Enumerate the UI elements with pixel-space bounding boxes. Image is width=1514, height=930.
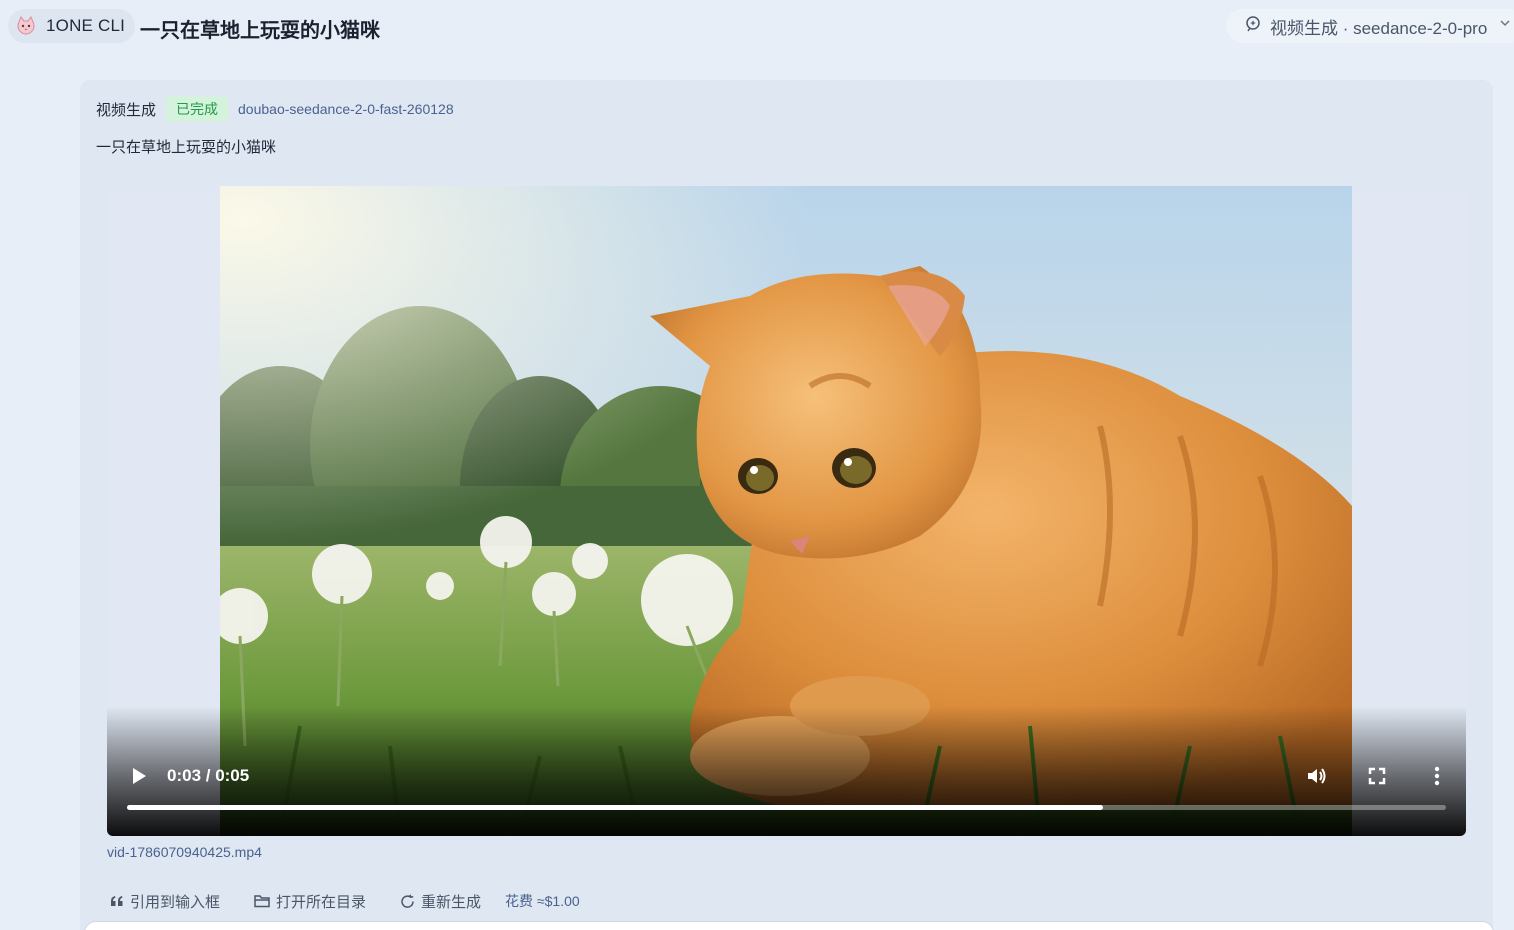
model-selector-label: 视频生成 · seedance-2-0-pro	[1270, 18, 1488, 38]
progress-fill	[127, 805, 1104, 810]
message-kind: 视频生成	[96, 101, 157, 119]
model-selector[interactable]: 视频生成 · seedance-2-0-pro	[1226, 9, 1514, 43]
cost-label: 花费 ≈$1.00	[505, 893, 580, 909]
chevron-down-icon	[1500, 17, 1510, 31]
action-label: 重新生成	[421, 893, 482, 911]
model-id: doubao-seedance-2-0-fast-260128	[238, 101, 454, 117]
page-title: 一只在草地上玩耍的小猫咪	[140, 20, 380, 42]
action-label: 打开所在目录	[276, 893, 367, 911]
fullscreen-icon[interactable]	[1365, 764, 1389, 788]
refresh-icon	[400, 894, 415, 909]
top-bar: 1ONE CLI 一只在草地上玩耍的小猫咪 视频生成 · seedance-2-…	[0, 0, 1514, 54]
message-card: 视频生成 已完成 doubao-seedance-2-0-fast-260128…	[80, 80, 1493, 930]
volume-icon[interactable]	[1305, 764, 1329, 788]
action-label: 引用到输入框	[130, 893, 221, 911]
time-readout: 0:03 / 0:05	[167, 766, 250, 785]
cat-logo-icon	[14, 14, 38, 38]
status-badge: 已完成	[166, 96, 229, 122]
play-icon[interactable]	[127, 764, 151, 788]
message-actions: 引用到输入框 打开所在目录 重新生成 花费 ≈$1.00	[110, 890, 580, 912]
regenerate-button[interactable]: 重新生成	[400, 891, 481, 912]
quote-to-input-button[interactable]: 引用到输入框	[110, 891, 220, 912]
video-player[interactable]: 0:03 / 0:05	[107, 186, 1466, 836]
file-name-link[interactable]: vid-1786070940425.mp4	[107, 844, 262, 860]
message-meta: 视频生成 已完成 doubao-seedance-2-0-fast-260128	[96, 96, 454, 122]
progress-bar[interactable]	[127, 805, 1446, 810]
open-folder-button[interactable]: 打开所在目录	[254, 891, 366, 912]
quote-icon	[110, 895, 124, 907]
app-name: 1ONE CLI	[46, 16, 126, 35]
sparkle-icon	[1244, 15, 1262, 38]
controls-overlay	[107, 706, 1466, 836]
folder-icon	[254, 894, 270, 908]
more-vertical-icon[interactable]	[1425, 764, 1449, 788]
app-badge[interactable]: 1ONE CLI	[8, 9, 136, 43]
chat-input-box[interactable]	[84, 921, 1494, 930]
prompt-text: 一只在草地上玩耍的小猫咪	[96, 139, 277, 156]
